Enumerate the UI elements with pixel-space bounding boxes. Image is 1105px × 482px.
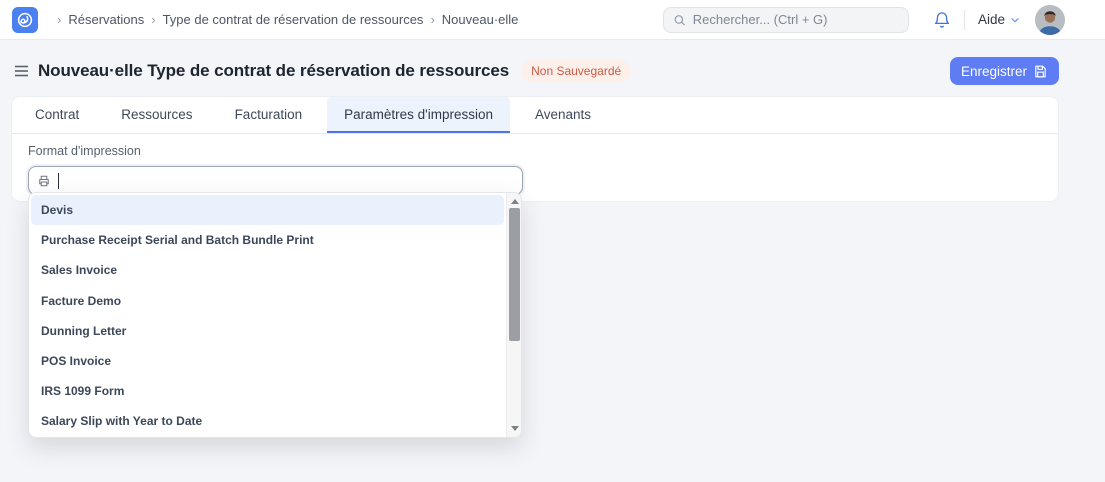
tab-ressources[interactable]: Ressources [104, 97, 209, 133]
print-format-dropdown: Devis Purchase Receipt Serial and Batch … [28, 192, 522, 438]
chevron-down-icon [1011, 17, 1019, 22]
avatar-photo [1035, 4, 1065, 35]
dropdown-item-label: Dunning Letter [41, 323, 127, 338]
scrollbar-thumb[interactable] [508, 208, 520, 341]
help-menu[interactable]: Aide [978, 12, 1021, 27]
user-avatar[interactable] [1035, 4, 1065, 35]
tab-label: Facturation [234, 106, 303, 122]
printer-icon [39, 175, 49, 186]
dropdown-item[interactable]: Devis [31, 195, 504, 226]
dropdown-scrollbar[interactable] [506, 193, 521, 437]
dropdown-item-label: Salary Slip with Year to Date [41, 414, 203, 429]
triangle-up-icon [510, 199, 519, 204]
tab-label: Contrat [35, 106, 80, 122]
form-card: Contrat Ressources Facturation Paramètre… [11, 96, 1059, 202]
floppy-disk-icon [1035, 65, 1046, 77]
breadcrumb-separator: › [151, 12, 156, 27]
print-format-input[interactable] [28, 166, 523, 195]
dropdown-item[interactable]: Purchase Receipt Serial and Batch Bundle… [31, 225, 504, 255]
dropdown-item-label: Devis [41, 203, 74, 218]
form-area: Format d'impression [12, 134, 1058, 195]
page-head: Nouveau·elle Type de contrat de réservat… [0, 40, 1105, 96]
save-button-label: Enregistrer [960, 63, 1027, 79]
print-format-label: Format d'impression [28, 144, 141, 158]
breadcrumb: › Réservations › Type de contrat de rése… [50, 12, 518, 27]
global-search[interactable] [662, 6, 909, 33]
search-input[interactable] [692, 12, 899, 27]
save-button[interactable]: Enregistrer [949, 57, 1059, 85]
dropdown-item[interactable]: POS Invoice [31, 346, 504, 376]
breadcrumb-item-reservations[interactable]: Réservations [68, 12, 144, 27]
tab-parametres-impression[interactable]: Paramètres d'impression [327, 97, 510, 133]
dropdown-item[interactable]: Salary Slip with Year to Date [31, 406, 504, 436]
tab-label: Paramètres d'impression [344, 106, 493, 122]
scrollbar-down-button[interactable] [507, 421, 521, 436]
notifications-button[interactable] [933, 11, 951, 29]
dropdown-item[interactable]: Facture Demo [31, 286, 504, 316]
dropdown-item[interactable]: Sales Invoice [31, 255, 504, 285]
text-caret [58, 172, 59, 189]
breadcrumb-item-doctype[interactable]: Type de contrat de réservation de ressou… [163, 12, 424, 27]
dropdown-item-label: Sales Invoice [41, 263, 118, 278]
status-badge: Non Sauvegardé [521, 60, 632, 82]
help-label: Aide [977, 12, 1005, 27]
navbar: › Réservations › Type de contrat de rése… [0, 0, 1105, 40]
dropdown-item[interactable]: IRS 1099 Form [31, 376, 504, 406]
scrollbar-up-button[interactable] [507, 194, 521, 209]
hamburger-icon [15, 65, 28, 77]
breadcrumb-separator: › [57, 12, 62, 27]
bell-icon [934, 11, 950, 28]
tab-avenants[interactable]: Avenants [518, 97, 608, 133]
tab-facturation[interactable]: Facturation [218, 97, 320, 133]
dropdown-list: Devis Purchase Receipt Serial and Batch … [31, 195, 504, 435]
search-icon [674, 14, 685, 25]
breadcrumb-separator: › [430, 12, 435, 27]
sidebar-toggle-button[interactable] [14, 64, 29, 78]
dropdown-item-label: IRS 1099 Form [41, 384, 125, 399]
dropdown-item[interactable]: Dunning Letter [31, 316, 504, 346]
tab-label: Ressources [121, 106, 193, 122]
tab-contrat[interactable]: Contrat [18, 97, 96, 133]
form-tabs: Contrat Ressources Facturation Paramètre… [12, 97, 1058, 134]
app-logo-icon[interactable] [12, 6, 38, 33]
navbar-divider [963, 9, 965, 30]
triangle-down-icon [510, 426, 519, 431]
dropdown-item-label: POS Invoice [41, 354, 112, 369]
tab-label: Avenants [535, 106, 592, 122]
dropdown-item-label: Purchase Receipt Serial and Batch Bundle… [41, 233, 314, 248]
swirl-logo-icon [17, 12, 33, 27]
page-title: Nouveau·elle Type de contrat de réservat… [38, 61, 510, 80]
breadcrumb-item-current[interactable]: Nouveau·elle [442, 12, 519, 27]
dropdown-item-label: Facture Demo [41, 293, 122, 308]
